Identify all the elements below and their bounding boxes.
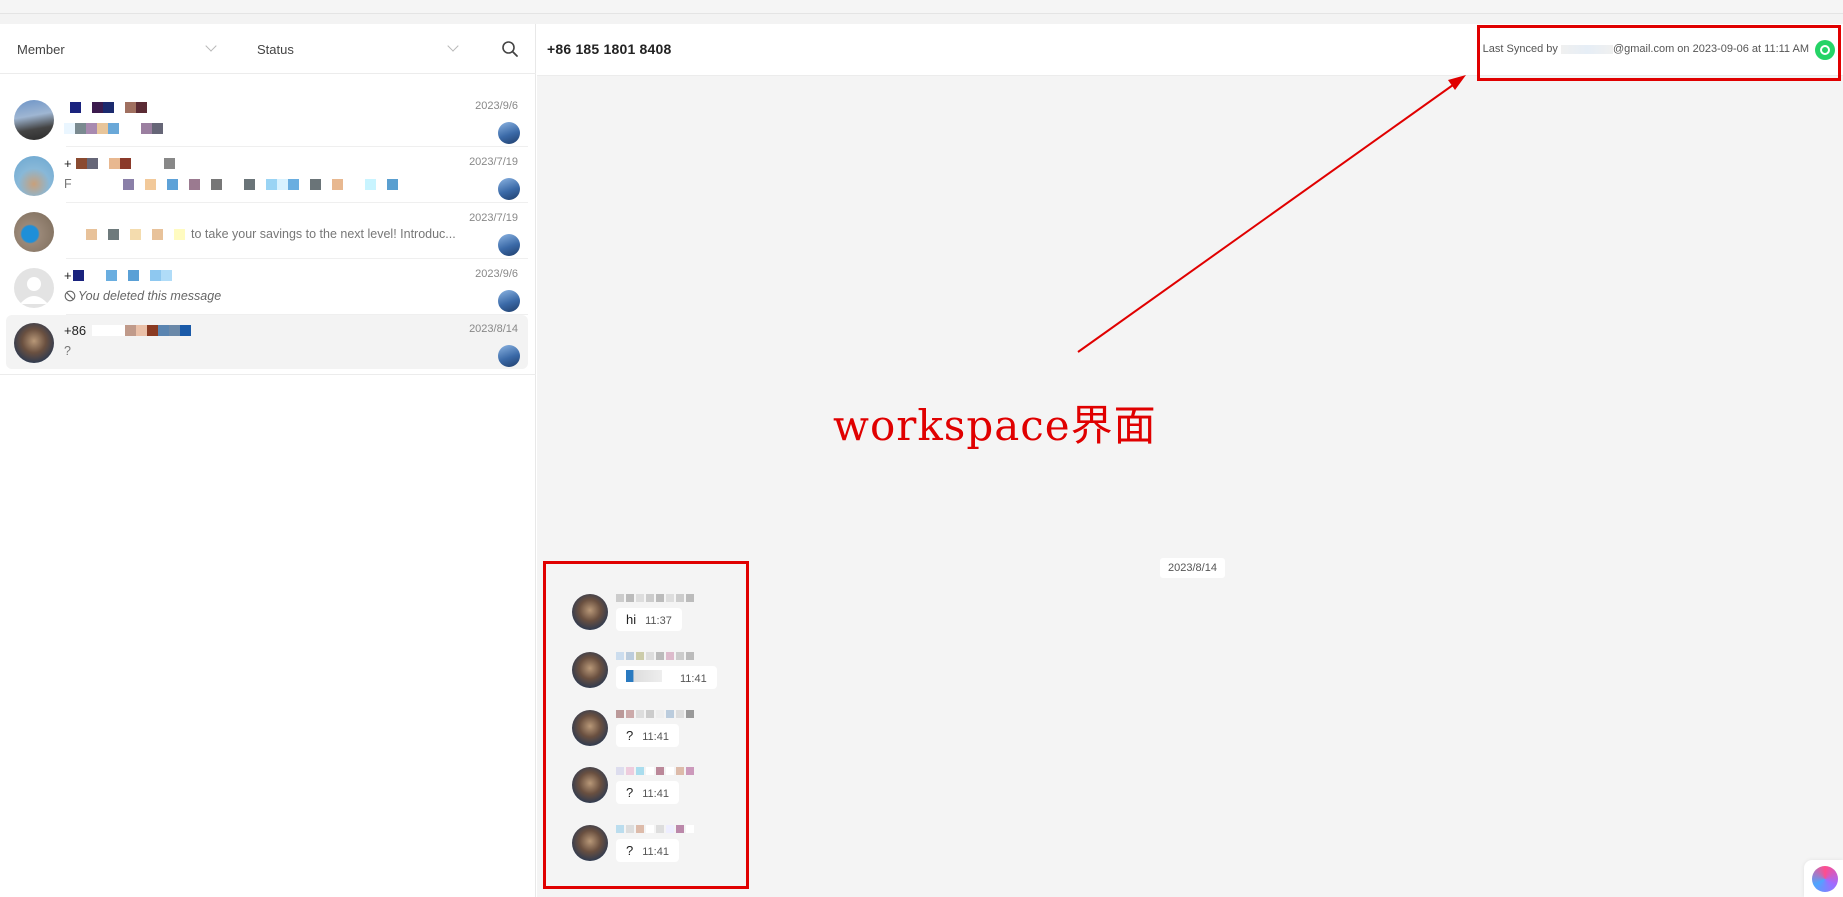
sender-name — [616, 594, 694, 604]
block-icon — [64, 290, 76, 302]
avatar — [14, 156, 54, 196]
message-bubble: hi 11:37 — [616, 608, 682, 631]
conversation-name: + — [64, 267, 172, 283]
avatar — [14, 323, 54, 363]
filter-bar: Member Status — [0, 24, 536, 74]
message-bubble: ? 11:41 — [616, 781, 679, 804]
chat-panel: +86 185 1801 8408 Last Synced by @gmail.… — [537, 24, 1843, 897]
status-filter[interactable]: Status — [257, 24, 459, 74]
avatar — [14, 212, 54, 252]
chat-header: +86 185 1801 8408 Last Synced by @gmail.… — [537, 24, 1843, 76]
assignee-avatar — [498, 234, 520, 256]
message-item: ? 11:41 — [572, 825, 732, 877]
avatar — [572, 825, 608, 861]
conversation-item[interactable]: + F 2023/7/19 — [6, 148, 528, 203]
status-filter-label: Status — [257, 41, 294, 57]
conversation-date: 2023/9/6 — [475, 100, 518, 112]
conversation-list-panel: Member Status 2023/9/6 + F 2023/7/19 to … — [0, 24, 536, 897]
chat-contact-phone: +86 185 1801 8408 — [547, 41, 672, 57]
last-synced-info: Last Synced by @gmail.com on 2023-09-06 … — [1482, 43, 1809, 55]
avatar — [14, 100, 54, 140]
whatsapp-icon[interactable] — [1815, 40, 1835, 60]
message-item: 11:41 — [572, 652, 732, 704]
conversation-date: 2023/7/19 — [469, 212, 518, 224]
sender-name — [616, 710, 694, 720]
default-avatar-icon — [20, 277, 48, 304]
conversation-preview: ? — [64, 344, 71, 358]
chevron-down-icon — [205, 40, 217, 52]
divider — [66, 258, 528, 259]
conversation-item[interactable]: + You deleted this message 2023/9/6 — [6, 260, 528, 315]
assignee-avatar — [498, 178, 520, 200]
conversation-name: +86 — [64, 322, 192, 338]
message-bubble: ? 11:41 — [616, 839, 679, 862]
assignee-avatar — [498, 290, 520, 312]
assignee-avatar — [498, 345, 520, 367]
search-icon[interactable] — [500, 39, 520, 59]
divider — [66, 146, 528, 147]
message-item: ? 11:41 — [572, 767, 732, 819]
chevron-down-icon — [447, 40, 459, 52]
divider — [66, 202, 528, 203]
avatar — [572, 594, 608, 630]
redacted-email — [1560, 44, 1613, 54]
message-bubble: ? 11:41 — [616, 724, 679, 747]
member-filter-label: Member — [17, 41, 65, 57]
app-top-bar — [0, 0, 1843, 14]
avatar — [14, 268, 54, 308]
conversation-item[interactable]: 2023/9/6 — [6, 92, 528, 147]
conversation-item-active[interactable]: +86 ? 2023/8/14 — [6, 315, 528, 369]
conversation-date: 2023/8/14 — [469, 323, 518, 335]
conversation-name — [64, 99, 147, 115]
sender-name — [616, 825, 694, 835]
conversation-item[interactable]: to take your savings to the next level! … — [6, 204, 528, 259]
brain-icon[interactable] — [1812, 866, 1838, 892]
assignee-avatar — [498, 122, 520, 144]
conversation-date: 2023/7/19 — [469, 156, 518, 168]
member-filter[interactable]: Member — [17, 24, 217, 74]
sender-name — [616, 767, 694, 777]
list-bottom-divider — [0, 374, 536, 375]
avatar — [572, 652, 608, 688]
message-item: ? 11:41 — [572, 710, 732, 762]
conversation-preview: You deleted this message — [64, 288, 221, 304]
message-bubble: 11:41 — [616, 666, 717, 689]
annotation-label: workspace界面 — [833, 401, 1157, 450]
date-separator: 2023/8/14 — [1160, 558, 1225, 578]
message-item: hi 11:37 — [572, 594, 732, 646]
conversation-date: 2023/9/6 — [475, 268, 518, 280]
conversation-preview — [64, 120, 163, 136]
conversation-preview: to take your savings to the next level! … — [64, 226, 456, 242]
avatar — [572, 710, 608, 746]
app-top-gap — [0, 14, 1843, 24]
sender-name — [616, 652, 694, 662]
conversation-preview: F — [64, 176, 398, 192]
redacted-text — [626, 670, 662, 682]
conversation-name: + — [64, 155, 175, 171]
avatar — [572, 767, 608, 803]
